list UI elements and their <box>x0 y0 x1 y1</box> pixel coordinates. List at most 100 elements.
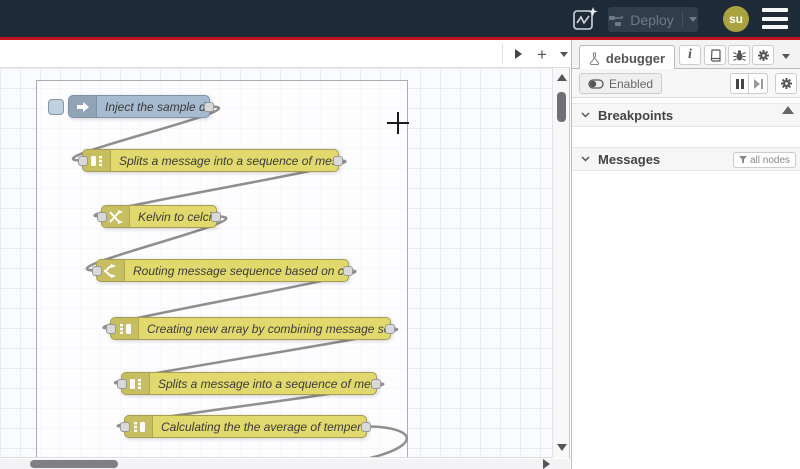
filter-label: all nodes <box>750 154 791 166</box>
pause-step-group <box>730 73 768 94</box>
flow-tab-bar: + <box>0 40 570 68</box>
output-port[interactable] <box>333 156 343 166</box>
chevron-down-icon <box>560 51 568 57</box>
node-label: Kelvin to celcius <box>138 209 216 224</box>
crosshair-cursor-icon <box>387 112 409 134</box>
chevron-down-icon <box>782 53 790 59</box>
main-menu-button[interactable] <box>762 8 788 29</box>
filter-funnel-icon <box>739 156 747 164</box>
breakpoints-section-header[interactable]: Breakpoints <box>572 103 800 127</box>
hamburger-icon <box>762 8 788 12</box>
breakpoints-title: Breakpoints <box>598 107 674 123</box>
node-join[interactable]: Creating new array by combining message … <box>106 317 395 340</box>
debugger-enabled-toggle[interactable]: Enabled <box>579 73 663 94</box>
deploy-button[interactable]: Deploy <box>608 7 698 32</box>
chevron-down-icon <box>581 156 590 162</box>
pause-icon <box>735 78 744 89</box>
node-label: Splits a message into a sequence of mess… <box>119 153 338 168</box>
node-label: Routing message sequence based on condit… <box>133 263 348 278</box>
change-icon <box>109 209 123 224</box>
input-port[interactable] <box>120 422 130 432</box>
assistant-icon <box>573 7 598 30</box>
node-label: Calculating the the average of temperatu… <box>161 419 366 434</box>
assistant-button[interactable] <box>571 6 599 32</box>
output-port[interactable] <box>343 266 353 276</box>
horizontal-scroll-thumb[interactable] <box>30 460 118 468</box>
input-port[interactable] <box>97 212 107 222</box>
switch-icon <box>103 263 116 278</box>
pause-button[interactable] <box>730 73 749 94</box>
sidebar: debugger i Enabled Breakpoints Messages … <box>571 40 800 469</box>
info-tab-button[interactable]: i <box>679 45 701 65</box>
join-icon <box>119 323 131 334</box>
debug-messages-tab-button[interactable] <box>728 45 750 65</box>
join-icon <box>133 421 145 432</box>
step-button[interactable] <box>749 73 768 94</box>
plus-icon: + <box>537 44 547 64</box>
node-inject[interactable]: Inject the sample data <box>48 95 214 118</box>
node-switch[interactable]: Routing message sequence based on condit… <box>92 259 353 282</box>
flask-icon <box>589 51 600 65</box>
toggle-on-icon <box>588 78 604 89</box>
gear-icon <box>780 78 792 89</box>
sidebar-scroll-up-icon[interactable] <box>782 106 794 114</box>
sidebar-tab-bar: debugger i <box>572 40 800 70</box>
debugger-settings-button[interactable] <box>775 73 797 94</box>
workspace: + Inject the sample Splits a message int… <box>0 40 570 469</box>
step-forward-icon <box>753 78 763 89</box>
book-icon <box>710 48 721 62</box>
input-port[interactable] <box>78 156 88 166</box>
output-port[interactable] <box>371 379 381 389</box>
inject-trigger-button[interactable] <box>48 99 64 115</box>
info-icon: i <box>688 47 692 62</box>
avatar-initials: su <box>728 12 743 26</box>
output-port[interactable] <box>385 324 395 334</box>
deploy-chevron-icon[interactable] <box>688 17 697 22</box>
header: Deploy su <box>0 0 800 37</box>
node-label: Creating new array by combining message … <box>147 321 390 336</box>
split-icon <box>90 155 102 166</box>
add-flow-button[interactable]: + <box>531 44 553 64</box>
input-port[interactable] <box>92 266 102 276</box>
inject-arrow-icon <box>76 101 89 112</box>
scroll-up-icon[interactable] <box>557 74 567 81</box>
output-port[interactable] <box>361 422 371 432</box>
bug-icon <box>732 49 746 61</box>
node-red-app: Deploy su + Inject the sample Splits a m… <box>0 0 800 469</box>
split-icon <box>129 378 141 389</box>
gear-icon <box>757 49 769 61</box>
flow-canvas[interactable]: Inject the sample data Splits a message … <box>0 68 552 458</box>
input-port[interactable] <box>106 324 116 334</box>
scroll-right-icon[interactable] <box>543 459 550 469</box>
output-port[interactable] <box>204 102 214 112</box>
tab-debugger-label: debugger <box>605 50 666 66</box>
node-split[interactable]: Splits a message into a sequence of mess… <box>78 149 343 172</box>
scroll-down-icon[interactable] <box>557 444 567 451</box>
tab-scroll-right-button[interactable] <box>507 44 529 64</box>
message-filter-button[interactable]: all nodes <box>733 152 797 168</box>
debugger-toolbar: Enabled <box>572 69 800 98</box>
node-split[interactable]: Splits a message into a sequence of mess… <box>117 372 381 395</box>
node-label: Inject the sample data <box>105 99 209 114</box>
play-icon <box>514 49 522 59</box>
node-change[interactable]: Kelvin to celcius <box>97 205 221 228</box>
deploy-separator <box>681 12 683 27</box>
help-tab-button[interactable] <box>704 45 726 65</box>
canvas-vertical-scrollbar[interactable] <box>552 68 569 458</box>
deploy-label: Deploy <box>630 11 674 28</box>
messages-section-header[interactable]: Messages all nodes <box>572 147 800 171</box>
node-label: Splits a message into a sequence of mess… <box>158 376 376 391</box>
user-avatar[interactable]: su <box>723 6 749 32</box>
config-nodes-tab-button[interactable] <box>752 45 774 65</box>
input-port[interactable] <box>117 379 127 389</box>
chevron-down-icon <box>581 112 590 118</box>
vertical-scroll-thumb[interactable] <box>557 92 566 122</box>
node-join[interactable]: Calculating the the average of temperatu… <box>120 415 371 438</box>
output-port[interactable] <box>211 212 221 222</box>
canvas-horizontal-scrollbar[interactable] <box>0 459 570 469</box>
sidebar-menu-button[interactable] <box>778 49 794 63</box>
node-icon-region <box>69 96 97 117</box>
tab-debugger[interactable]: debugger <box>579 45 675 70</box>
enabled-label: Enabled <box>609 76 654 91</box>
deploy-icon <box>609 15 623 26</box>
